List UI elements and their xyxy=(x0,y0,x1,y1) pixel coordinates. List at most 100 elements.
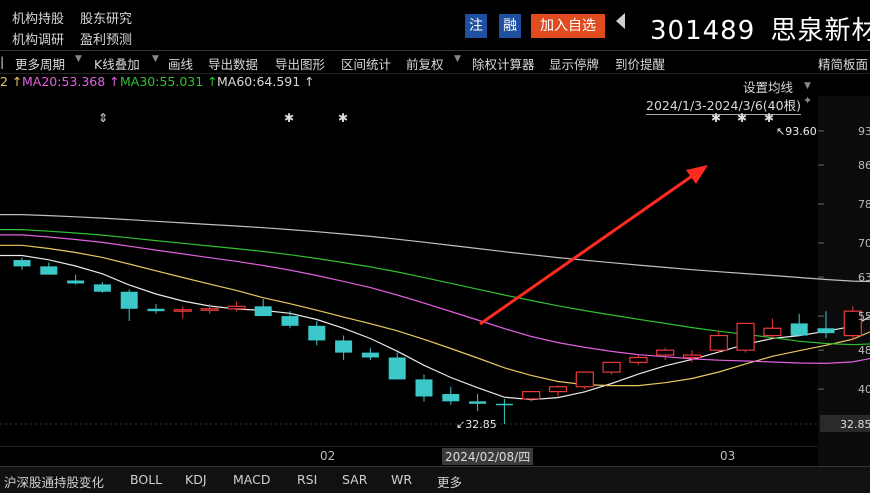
tab-hk-connect-holdings[interactable]: 沪深股通持股变化 xyxy=(4,472,104,491)
candle xyxy=(710,331,727,353)
candle xyxy=(14,258,31,270)
ma30-label: MA30:55.031 ↑ xyxy=(120,74,218,89)
candle xyxy=(764,319,781,338)
trend-arrow-head xyxy=(686,165,708,184)
candle xyxy=(791,314,808,336)
candle xyxy=(282,311,299,328)
candle-body xyxy=(469,401,486,403)
low-price-label: 32.85 xyxy=(840,418,870,431)
add-watchlist-button[interactable]: 加入自选 xyxy=(531,14,605,38)
chevron-down-icon[interactable]: ▼ xyxy=(804,81,811,91)
month-label-03: 03 xyxy=(720,449,735,463)
candle xyxy=(121,289,138,321)
toolbar-draw-line[interactable]: 画线 xyxy=(168,54,193,73)
chevron-down-icon[interactable]: ▼ xyxy=(152,54,159,64)
tab-kdj[interactable]: KDJ xyxy=(185,472,207,487)
ma-settings-button[interactable]: 设置均线 xyxy=(743,77,793,96)
candle xyxy=(496,399,513,424)
candle-body xyxy=(148,309,165,311)
candlesticks xyxy=(14,133,870,424)
candle-body xyxy=(710,336,727,351)
candle xyxy=(174,306,191,318)
kline-chart[interactable]: ⇕ ✱ ✱ ✱ ✱ ✱ 938678706355484032.85 ↖93.60… xyxy=(0,96,870,471)
toolbar-compact-layout[interactable]: 精简板面 xyxy=(818,54,868,73)
candle-body xyxy=(657,350,674,355)
candle xyxy=(442,387,459,405)
ma-partial-label: 2 ↑ xyxy=(0,74,22,89)
link-shareholder-research[interactable]: 股东研究 xyxy=(80,8,132,27)
candle xyxy=(389,353,406,380)
stock-title: 301489 思泉新材 xyxy=(650,10,870,47)
event-mark: ✱ xyxy=(737,111,747,125)
candle-body xyxy=(791,323,808,335)
stock-code: 301489 xyxy=(650,16,755,46)
price-label: 48 xyxy=(858,344,870,357)
candle xyxy=(148,304,165,314)
candle-body xyxy=(308,326,325,341)
candle-body xyxy=(818,328,835,333)
candle xyxy=(335,336,352,360)
trend-arrow xyxy=(480,165,708,324)
candle xyxy=(576,372,593,389)
ma20-label: MA20:53.368 ↑ xyxy=(22,74,120,89)
price-label: 70 xyxy=(858,237,870,250)
chevron-down-icon[interactable]: ▼ xyxy=(75,54,82,64)
tab-sar[interactable]: SAR xyxy=(342,472,367,487)
tab-macd[interactable]: MACD xyxy=(233,472,270,487)
tab-boll[interactable]: BOLL xyxy=(130,472,162,487)
toolbar-price-alert[interactable]: 到价提醒 xyxy=(615,54,665,73)
candle-body xyxy=(282,316,299,326)
toolbar-export-graph[interactable]: 导出图形 xyxy=(275,54,325,73)
candle xyxy=(523,392,540,402)
candle-body xyxy=(40,266,57,274)
stock-name: 思泉新材 xyxy=(771,16,870,46)
price-label: 86 xyxy=(858,159,870,172)
candle xyxy=(469,394,486,411)
toolbar-forward-adjust[interactable]: 前复权 xyxy=(406,54,444,73)
price-label: 55 xyxy=(858,310,870,323)
tab-rsi[interactable]: RSI xyxy=(297,472,317,487)
toolbar-ex-right-calculator[interactable]: 除权计算器 xyxy=(472,54,535,73)
link-institutional-research[interactable]: 机构调研 xyxy=(12,29,64,48)
link-institutional-holdings[interactable]: 机构持股 xyxy=(12,8,64,27)
candle-body xyxy=(550,387,567,392)
candle-body xyxy=(523,392,540,399)
month-label-02: 02 xyxy=(320,449,335,463)
candle-body xyxy=(255,306,272,316)
candle-body xyxy=(228,306,245,308)
time-axis: 02 2024/02/08/四 03 xyxy=(0,446,818,467)
event-mark: ✱ xyxy=(338,111,348,125)
chevron-down-icon[interactable]: ▼ xyxy=(454,54,461,64)
rong-badge[interactable]: 融 xyxy=(499,14,521,38)
candle-body xyxy=(496,404,513,406)
candle-body xyxy=(576,372,593,387)
toolbar-range-stats[interactable]: 区间统计 xyxy=(341,54,391,73)
candle-body xyxy=(174,310,191,312)
zhu-badge[interactable]: 注 xyxy=(465,14,487,38)
candle xyxy=(737,323,754,352)
price-axis: 938678706355484032.85 xyxy=(818,125,870,432)
candle xyxy=(255,299,272,316)
ma60-line xyxy=(0,215,870,282)
tab-more[interactable]: 更多 xyxy=(437,472,462,491)
indicator-tabs: 沪深股通持股变化 BOLL KDJ MACD RSI SAR WR 更多 xyxy=(0,466,870,493)
candle-body xyxy=(416,379,433,396)
price-label: 63 xyxy=(858,271,870,284)
price-label: 40 xyxy=(858,383,870,396)
toolbar: | 更多周期 ▼ K线叠加 ▼ 画线 导出数据 导出图形 区间统计 前复权 ▼ … xyxy=(0,50,870,74)
link-earnings-forecast[interactable]: 盈利预测 xyxy=(80,29,132,48)
candle xyxy=(603,362,620,374)
event-mark: ✱ xyxy=(284,111,294,125)
toolbar-export-data[interactable]: 导出数据 xyxy=(208,54,258,73)
candle-body xyxy=(121,292,138,309)
toolbar-more-period[interactable]: 更多周期 xyxy=(15,54,65,73)
candle xyxy=(40,262,57,274)
candle-body xyxy=(603,362,620,372)
toolbar-kline-overlay[interactable]: K线叠加 xyxy=(94,54,140,73)
candle xyxy=(630,355,647,365)
back-arrow-icon[interactable] xyxy=(616,13,625,29)
tab-wr[interactable]: WR xyxy=(391,472,412,487)
candle xyxy=(308,321,325,345)
toolbar-show-suspension[interactable]: 显示停牌 xyxy=(549,54,599,73)
candle-body xyxy=(335,340,352,352)
